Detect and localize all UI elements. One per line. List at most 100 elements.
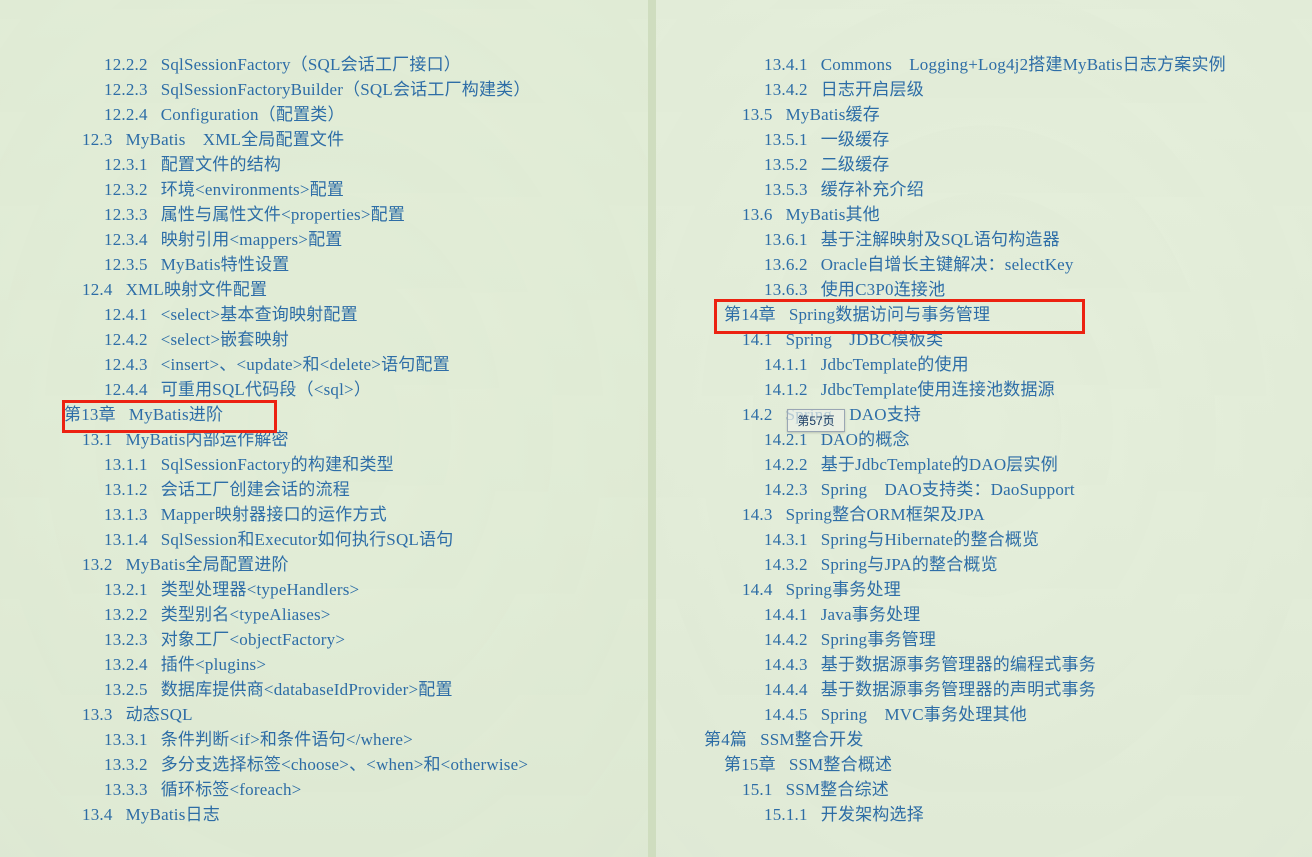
toc-entry[interactable]: 13.2.4 插件<plugins> <box>0 652 648 677</box>
toc-entry-number: 12.4 <box>82 280 113 299</box>
toc-entry[interactable]: 13.4.1 Commons Logging+Log4j2搭建MyBatis日志方… <box>656 52 1312 77</box>
toc-entry[interactable]: 14.3 Spring整合ORM框架及JPA <box>656 502 1312 527</box>
toc-entry-title: 循环标签<foreach> <box>160 780 302 799</box>
toc-entry[interactable]: 13.2 MyBatis全局配置进阶 <box>0 552 648 577</box>
toc-entry[interactable]: 13.2.3 对象工厂<objectFactory> <box>0 627 648 652</box>
toc-entry[interactable]: 第13章 MyBatis进阶 <box>0 402 648 427</box>
toc-entry[interactable]: 12.4.4 可重用SQL代码段（<sql>） <box>0 377 648 402</box>
toc-entry[interactable]: 14.2.1 DAO的概念 <box>656 427 1312 452</box>
toc-entry[interactable]: 14.4.3 基于数据源事务管理器的编程式事务 <box>656 652 1312 677</box>
toc-entry[interactable]: 14.4.4 基于数据源事务管理器的声明式事务 <box>656 677 1312 702</box>
toc-entry[interactable]: 第14章 Spring数据访问与事务管理 <box>656 302 1312 327</box>
toc-entry[interactable]: 12.3 MyBatis XML全局配置文件 <box>0 127 648 152</box>
toc-entry[interactable]: 12.3.4 映射引用<mappers>配置 <box>0 227 648 252</box>
toc-entry-number: 12.4.3 <box>104 355 148 374</box>
toc-entry[interactable]: 13.3.1 条件判断<if>和条件语句</where> <box>0 727 648 752</box>
toc-entry-title: MyBatis特性设置 <box>160 255 290 274</box>
toc-entry[interactable]: 12.4.1 <select>基本查询映射配置 <box>0 302 648 327</box>
toc-entry-title: MyBatis内部运作解密 <box>125 430 289 449</box>
toc-entry[interactable]: 13.3.2 多分支选择标签<choose>、<when>和<otherwise> <box>0 752 648 777</box>
toc-entry-number: 13.1.1 <box>104 455 148 474</box>
toc-entry[interactable]: 第4篇 SSM整合开发 <box>656 727 1312 752</box>
toc-entry[interactable]: 13.6.2 Oracle自增长主键解决：selectKey <box>656 252 1312 277</box>
toc-entry-title: Spring DAO支持类：DaoSupport <box>820 480 1075 499</box>
toc-entry-title: Spring事务处理 <box>785 580 901 599</box>
toc-entry[interactable]: 15.1 SSM整合综述 <box>656 777 1312 802</box>
toc-entry[interactable]: 13.1.4 SqlSession和Executor如何执行SQL语句 <box>0 527 648 552</box>
toc-entry[interactable]: 14.4.1 Java事务处理 <box>656 602 1312 627</box>
toc-entry[interactable]: 13.5.2 二级缓存 <box>656 152 1312 177</box>
toc-entry[interactable]: 14.1.2 JdbcTemplate使用连接池数据源 <box>656 377 1312 402</box>
page-number-tooltip: 第57页 <box>787 409 845 432</box>
toc-entry[interactable]: 13.3 动态SQL <box>0 702 648 727</box>
toc-entry-number: 13.2.2 <box>104 605 148 624</box>
toc-entry[interactable]: 13.1 MyBatis内部运作解密 <box>0 427 648 452</box>
toc-entry-title: <select>基本查询映射配置 <box>160 305 358 324</box>
toc-entry-number: 14.4 <box>742 580 773 599</box>
toc-entry[interactable]: 13.1.1 SqlSessionFactory的构建和类型 <box>0 452 648 477</box>
right-toc-list: 13.4.1 Commons Logging+Log4j2搭建MyBatis日志方… <box>656 0 1312 827</box>
toc-entry[interactable]: 13.3.3 循环标签<foreach> <box>0 777 648 802</box>
toc-entry-title: Spring事务管理 <box>820 630 937 649</box>
toc-entry-number: 第14章 <box>724 305 776 324</box>
toc-entry-number: 14.4.3 <box>764 655 808 674</box>
toc-entry[interactable]: 12.3.1 配置文件的结构 <box>0 152 648 177</box>
toc-entry[interactable]: 12.2.4 Configuration（配置类） <box>0 102 648 127</box>
toc-entry[interactable]: 13.4.2 日志开启层级 <box>656 77 1312 102</box>
toc-entry[interactable]: 12.3.2 环境<environments>配置 <box>0 177 648 202</box>
toc-entry[interactable]: 14.4 Spring事务处理 <box>656 577 1312 602</box>
toc-entry[interactable]: 13.1.2 会话工厂创建会话的流程 <box>0 477 648 502</box>
toc-entry-number: 14.3 <box>742 505 773 524</box>
toc-entry[interactable]: 13.6 MyBatis其他 <box>656 202 1312 227</box>
toc-entry[interactable]: 12.3.3 属性与属性文件<properties>配置 <box>0 202 648 227</box>
toc-entry[interactable]: 12.2.2 SqlSessionFactory（SQL会话工厂接口） <box>0 52 648 77</box>
toc-entry[interactable]: 13.2.5 数据库提供商<databaseIdProvider>配置 <box>0 677 648 702</box>
toc-entry-title: MyBatis日志 <box>125 805 220 824</box>
toc-entry[interactable]: 13.5 MyBatis缓存 <box>656 102 1312 127</box>
toc-entry[interactable]: 14.3.2 Spring与JPA的整合概览 <box>656 552 1312 577</box>
toc-entry-title: 类型别名<typeAliases> <box>160 605 331 624</box>
toc-entry[interactable]: 14.1.1 JdbcTemplate的使用 <box>656 352 1312 377</box>
toc-entry[interactable]: 14.4.5 Spring MVC事务处理其他 <box>656 702 1312 727</box>
toc-entry[interactable]: 13.5.1 一级缓存 <box>656 127 1312 152</box>
toc-entry-title: Spring与Hibernate的整合概览 <box>820 530 1040 549</box>
toc-entry[interactable]: 13.6.3 使用C3P0连接池 <box>656 277 1312 302</box>
toc-entry[interactable]: 14.3.1 Spring与Hibernate的整合概览 <box>656 527 1312 552</box>
toc-entry[interactable]: 14.4.2 Spring事务管理 <box>656 627 1312 652</box>
toc-entry[interactable]: 13.6.1 基于注解映射及SQL语句构造器 <box>656 227 1312 252</box>
toc-entry[interactable]: 13.2.2 类型别名<typeAliases> <box>0 602 648 627</box>
toc-entry[interactable]: 14.1 Spring JDBC模板类 <box>656 327 1312 352</box>
toc-entry-title: SqlSessionFactory的构建和类型 <box>160 455 394 474</box>
toc-entry[interactable]: 13.2.1 类型处理器<typeHandlers> <box>0 577 648 602</box>
toc-entry[interactable]: 13.1.3 Mapper映射器接口的运作方式 <box>0 502 648 527</box>
toc-entry-title: MyBatis缓存 <box>785 105 880 124</box>
book-gutter-divider <box>648 0 656 857</box>
toc-entry-number: 12.3.4 <box>104 230 148 249</box>
toc-entry-number: 14.4.5 <box>764 705 808 724</box>
toc-entry[interactable]: 第15章 SSM整合概述 <box>656 752 1312 777</box>
toc-entry[interactable]: 12.4.3 <insert>、<update>和<delete>语句配置 <box>0 352 648 377</box>
toc-entry-title: 属性与属性文件<properties>配置 <box>160 205 406 224</box>
toc-entry-title: Commons Logging+Log4j2搭建MyBatis日志方案实例 <box>820 55 1226 74</box>
toc-entry[interactable]: 12.2.3 SqlSessionFactoryBuilder（SQL会话工厂构建… <box>0 77 648 102</box>
toc-entry[interactable]: 14.2 Spring DAO支持 <box>656 402 1312 427</box>
left-toc-list: 12.2.2 SqlSessionFactory（SQL会话工厂接口） 12.2.3… <box>0 0 648 827</box>
toc-entry-title: 会话工厂创建会话的流程 <box>160 480 350 499</box>
toc-entry-number: 13.4 <box>82 805 113 824</box>
toc-entry[interactable]: 12.3.5 MyBatis特性设置 <box>0 252 648 277</box>
toc-entry[interactable]: 12.4 XML映射文件配置 <box>0 277 648 302</box>
toc-entry-number: 13.5.3 <box>764 180 808 199</box>
toc-entry[interactable]: 14.2.3 Spring DAO支持类：DaoSupport <box>656 477 1312 502</box>
toc-entry-number: 13.6 <box>742 205 773 224</box>
toc-entry[interactable]: 14.2.2 基于JdbcTemplate的DAO层实例 <box>656 452 1312 477</box>
toc-entry-title: 映射引用<mappers>配置 <box>160 230 343 249</box>
toc-entry-title: 基于数据源事务管理器的声明式事务 <box>820 680 1096 699</box>
toc-entry[interactable]: 13.5.3 缓存补充介绍 <box>656 177 1312 202</box>
toc-entry[interactable]: 13.4 MyBatis日志 <box>0 802 648 827</box>
toc-entry-title: 二级缓存 <box>820 155 890 174</box>
toc-entry-title: 使用C3P0连接池 <box>820 280 946 299</box>
toc-entry[interactable]: 12.4.2 <select>嵌套映射 <box>0 327 648 352</box>
toc-entry[interactable]: 15.1.1 开发架构选择 <box>656 802 1312 827</box>
toc-entry-number: 13.3.2 <box>104 755 148 774</box>
toc-entry-title: 基于JdbcTemplate的DAO层实例 <box>820 455 1058 474</box>
